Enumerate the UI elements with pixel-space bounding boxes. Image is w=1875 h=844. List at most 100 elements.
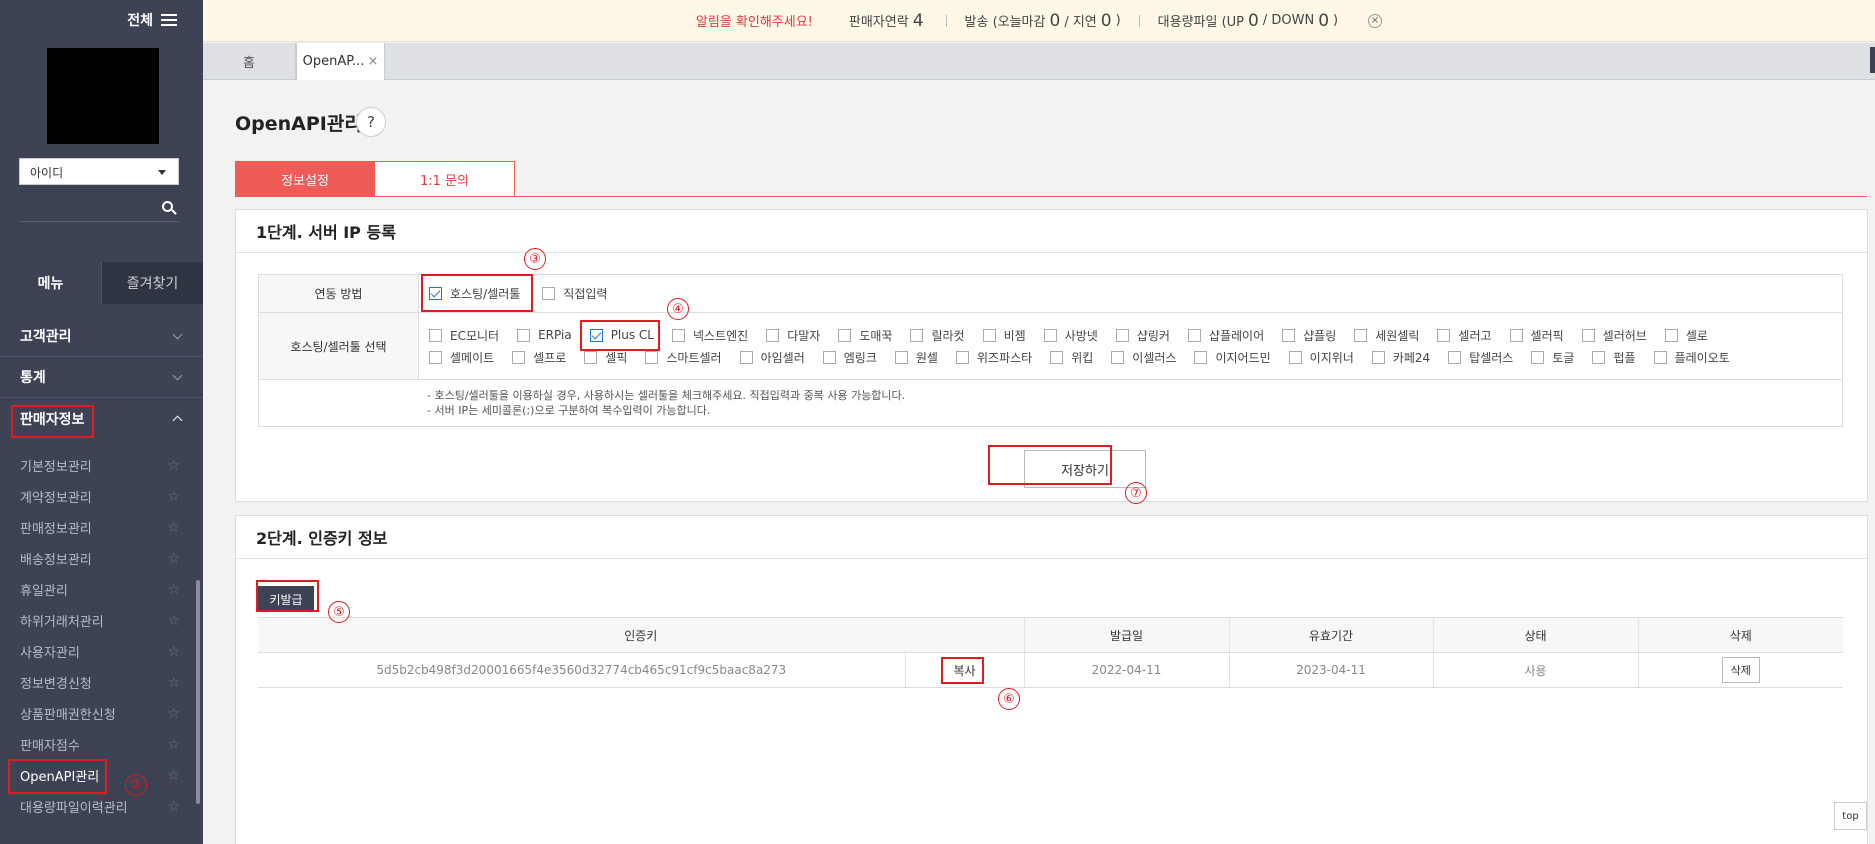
sidebar-search-input[interactable] bbox=[19, 196, 179, 222]
close-icon[interactable]: × bbox=[367, 54, 378, 69]
tool-checkbox[interactable]: 펍플 bbox=[1592, 346, 1636, 368]
tool-checkbox[interactable]: 탑셀러스 bbox=[1448, 346, 1513, 368]
seller-contact-count[interactable]: 4 bbox=[913, 11, 924, 31]
tool-checkbox[interactable]: 샵플레이어 bbox=[1187, 324, 1264, 346]
tool-checkbox[interactable]: 위킵 bbox=[1050, 346, 1093, 368]
divider bbox=[235, 196, 1867, 197]
bulk-down-count[interactable]: 0 bbox=[1318, 11, 1329, 31]
star-icon[interactable]: ☆ bbox=[167, 613, 180, 629]
divider bbox=[945, 14, 947, 27]
tab-inquiry[interactable]: 1:1 문의 bbox=[375, 161, 515, 197]
all-menu-toggle[interactable]: 전체 bbox=[0, 0, 203, 40]
star-icon[interactable]: ☆ bbox=[167, 458, 180, 474]
sidebar-item-bulk-file-history[interactable]: 대용량파일이력관리 ☆ bbox=[0, 791, 196, 822]
tool-checkbox[interactable]: 위즈파스타 bbox=[955, 346, 1032, 368]
star-icon[interactable]: ☆ bbox=[167, 582, 180, 598]
sidebar-item-info-change[interactable]: 정보변경신청 ☆ bbox=[0, 667, 196, 698]
sidebar-item-sub-vendor[interactable]: 하위거래처관리 ☆ bbox=[0, 605, 196, 636]
close-icon[interactable]: × bbox=[1368, 13, 1383, 28]
tool-checkbox[interactable]: 셀로 bbox=[1664, 324, 1708, 346]
tab-favorites[interactable]: 즐겨찾기 bbox=[101, 262, 203, 304]
help-button[interactable]: ? bbox=[356, 107, 386, 137]
checkbox-label: 탑셀러스 bbox=[1469, 350, 1514, 365]
highlight-box bbox=[580, 320, 660, 351]
tool-checkbox[interactable]: ERPia bbox=[517, 324, 572, 346]
checkbox-label: 엠링크 bbox=[843, 350, 877, 365]
tool-checkbox[interactable]: 셀러고 bbox=[1437, 324, 1492, 346]
star-icon[interactable]: ☆ bbox=[167, 799, 180, 815]
bulk-up-count[interactable]: 0 bbox=[1248, 11, 1259, 31]
tool-checkbox[interactable]: 샵링커 bbox=[1115, 324, 1170, 346]
sidebar-cat-stats[interactable]: 통계 bbox=[0, 357, 203, 398]
tool-checkbox[interactable]: 다말자 bbox=[766, 324, 820, 346]
tool-checkbox[interactable]: 도매꾹 bbox=[838, 324, 892, 346]
tool-checkbox[interactable]: 셀러허브 bbox=[1581, 324, 1647, 346]
tool-checkbox[interactable]: 아임셀러 bbox=[739, 346, 805, 368]
tool-checkbox[interactable]: 비젬 bbox=[982, 324, 1026, 346]
sidebar-item-sales-info[interactable]: 판매정보관리 ☆ bbox=[0, 512, 196, 543]
tab-menu[interactable]: 메뉴 bbox=[0, 262, 101, 304]
tool-checkbox[interactable]: 토글 bbox=[1531, 346, 1574, 368]
ship-delay-count[interactable]: 0 bbox=[1101, 11, 1112, 31]
tool-checkbox[interactable]: 넥스트엔진 bbox=[672, 324, 748, 346]
sidebar-item-holiday[interactable]: 휴일관리 ☆ bbox=[0, 574, 196, 605]
tool-checkbox[interactable]: 샵플링 bbox=[1282, 324, 1336, 346]
star-icon[interactable]: ☆ bbox=[167, 644, 180, 660]
tool-checkbox[interactable]: 엠링크 bbox=[822, 346, 877, 368]
search-icon[interactable] bbox=[162, 201, 173, 212]
tool-checkbox[interactable]: 셀프로 bbox=[512, 346, 566, 368]
tool-checkbox[interactable]: 원셀 bbox=[894, 346, 938, 368]
checkbox-icon bbox=[584, 350, 598, 364]
tool-checkbox[interactable]: 이지위너 bbox=[1288, 346, 1354, 368]
tool-checkbox[interactable]: 셀러픽 bbox=[1509, 324, 1564, 346]
sidebar-item-users[interactable]: 사용자관리 ☆ bbox=[0, 636, 196, 667]
delete-button[interactable]: 삭제 bbox=[1721, 657, 1760, 683]
sidebar-scrollbar[interactable] bbox=[196, 580, 200, 804]
tool-checkbox[interactable]: 플레이오토 bbox=[1653, 346, 1730, 368]
tool-checkbox[interactable]: EC모니터 bbox=[429, 324, 499, 346]
tool-checkbox[interactable]: 이셀러스 bbox=[1111, 346, 1176, 368]
method-label: 연동 방법 bbox=[259, 275, 419, 312]
tool-checkbox[interactable]: 사방넷 bbox=[1043, 324, 1098, 346]
tab-openapi[interactable]: OpenAP... × bbox=[296, 43, 385, 80]
sidebar-item-product-permission[interactable]: 상품판매권한신청 ☆ bbox=[0, 698, 196, 729]
id-select[interactable]: 아이디 bbox=[19, 158, 179, 185]
sidebar-item-label: 판매자점수 bbox=[20, 739, 80, 754]
checkbox-icon bbox=[822, 350, 836, 364]
key-value: 5d5b2cb498f3d20001665f4e3560d32774cb465c… bbox=[258, 652, 906, 688]
star-icon[interactable]: ☆ bbox=[167, 675, 180, 691]
content-tabs: 정보설정 1:1 문의 bbox=[235, 161, 515, 197]
tab-bar-scroll-handle[interactable] bbox=[1870, 47, 1875, 73]
tab-info-settings[interactable]: 정보설정 bbox=[235, 161, 375, 197]
checkbox-icon bbox=[838, 328, 852, 342]
checkbox-icon bbox=[1509, 328, 1523, 342]
tool-checkbox[interactable]: 세원셀릭 bbox=[1354, 324, 1419, 346]
table-header: 인증키 발급일 유효기간 상태 삭제 bbox=[258, 617, 1843, 653]
star-icon[interactable]: ☆ bbox=[167, 551, 180, 567]
notice-alert[interactable]: 알림을 확인해주세요! bbox=[696, 11, 813, 30]
table-row: 5d5b2cb498f3d20001665f4e3560d32774cb465c… bbox=[258, 652, 1843, 688]
star-icon[interactable]: ☆ bbox=[167, 520, 180, 536]
tool-checkbox[interactable]: 이지어드민 bbox=[1194, 346, 1271, 368]
sidebar-item-basic-info[interactable]: 기본정보관리 ☆ bbox=[0, 450, 196, 481]
checkbox-icon bbox=[429, 328, 442, 342]
tool-checkbox[interactable]: 카페24 bbox=[1371, 346, 1430, 368]
checkbox-label: 셀픽 bbox=[605, 350, 628, 365]
star-icon[interactable]: ☆ bbox=[167, 768, 180, 784]
scroll-top-button[interactable]: top bbox=[1834, 802, 1867, 830]
tool-checkbox[interactable]: 릴라컷 bbox=[910, 324, 965, 346]
checkbox-icon bbox=[955, 350, 969, 364]
star-icon[interactable]: ☆ bbox=[167, 489, 180, 505]
ship-today-count[interactable]: 0 bbox=[1049, 11, 1060, 31]
tool-checkbox[interactable]: 셀메이트 bbox=[429, 346, 494, 368]
sidebar-cat-customer[interactable]: 고객관리 bbox=[0, 316, 203, 357]
sidebar-item-contract[interactable]: 계약정보관리 ☆ bbox=[0, 481, 196, 512]
star-icon[interactable]: ☆ bbox=[167, 737, 180, 753]
checkbox-label: 직접입력 bbox=[563, 287, 608, 301]
bulk-close-paren: ) bbox=[1333, 13, 1339, 28]
method-direct-checkbox[interactable]: 직접입력 bbox=[542, 283, 607, 305]
sidebar-item-seller-score[interactable]: 판매자점수 ☆ bbox=[0, 729, 196, 760]
sidebar-item-shipping[interactable]: 배송정보관리 ☆ bbox=[0, 543, 196, 574]
star-icon[interactable]: ☆ bbox=[167, 706, 180, 722]
tab-home[interactable]: 홈 bbox=[203, 43, 296, 80]
